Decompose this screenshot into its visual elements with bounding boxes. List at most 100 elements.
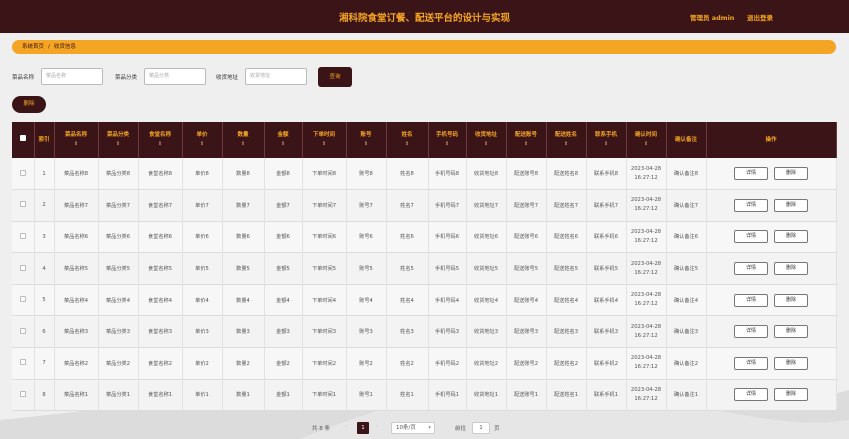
column-header[interactable]: 单价 ⇕ <box>182 122 223 158</box>
breadcrumb-home[interactable]: 系统首页 <box>22 44 44 50</box>
sort-icon[interactable]: ⇕ <box>467 140 506 149</box>
delete-button[interactable]: 删除 <box>774 198 808 212</box>
table-row: 1 菜品名称8 菜品分类8 食堂名称8 单价8 数量8 金额8 下单时间8 账号8 姓名8 手机号码… <box>12 158 837 191</box>
page-size-value: 10条/页 <box>396 425 416 431</box>
detail-button[interactable]: 详情 <box>734 388 768 402</box>
column-header[interactable]: 配送账号 ⇕ <box>506 122 547 158</box>
table-cell: 食堂名称5 <box>138 252 183 285</box>
delete-button[interactable]: 删除 <box>774 356 808 370</box>
column-header[interactable]: 联系手机 ⇕ <box>586 122 627 158</box>
delete-button[interactable]: 删除 <box>774 230 808 244</box>
column-header[interactable]: 确认时间 ⇕ <box>626 122 667 158</box>
table-cell: 联系手机1 <box>586 379 627 412</box>
column-header[interactable]: 数量 ⇕ <box>222 122 265 158</box>
table-cell: 姓名2 <box>386 347 429 380</box>
table-cell: 姓名3 <box>386 315 429 349</box>
column-header[interactable]: 下单时间 ⇕ <box>302 122 347 158</box>
row-checkbox[interactable] <box>19 201 26 208</box>
table-row: 8 菜品名称1 菜品分类1 食堂名称1 单价1 数量1 金额1 下单时间1 账号1 姓名1 手机号码… <box>12 379 837 412</box>
column-header[interactable]: 确认备注 <box>666 122 707 158</box>
delete-button[interactable]: 删除 <box>774 262 808 276</box>
detail-button[interactable]: 详情 <box>734 293 768 307</box>
dish-category-label: 菜品分类 <box>115 75 138 81</box>
column-header[interactable]: 收货地址 ⇕ <box>466 122 507 158</box>
table-cell: 单价4 <box>182 284 223 317</box>
row-checkbox[interactable] <box>19 232 26 239</box>
table-cell: 1 <box>34 158 55 191</box>
breadcrumb-separator: / <box>48 44 50 50</box>
dish-category-input[interactable]: 菜品分类 <box>144 68 206 85</box>
table-row: 5 菜品名称4 菜品分类4 食堂名称4 单价4 数量4 金额4 下单时间4 账号4 姓名4 手机号码… <box>12 284 837 317</box>
column-header[interactable]: 配送姓名 ⇕ <box>546 122 587 158</box>
sort-icon[interactable]: ⇕ <box>627 140 666 149</box>
column-header[interactable]: 操作 <box>706 122 837 158</box>
query-button[interactable]: 查询 <box>318 67 352 87</box>
detail-button[interactable]: 详情 <box>734 230 768 244</box>
sort-icon[interactable]: ⇕ <box>303 140 346 149</box>
table-cell: 下单时间8 <box>302 158 347 191</box>
column-header[interactable]: 账号 ⇕ <box>346 122 387 158</box>
goto-page-input[interactable]: 1 <box>472 422 490 434</box>
column-header[interactable]: 食堂名称 ⇕ <box>138 122 183 158</box>
address-input[interactable]: 收货地址 <box>245 68 307 85</box>
detail-button[interactable]: 详情 <box>734 356 768 370</box>
sort-icon[interactable]: ⇕ <box>139 140 182 149</box>
table-cell: 联系手机6 <box>586 221 627 254</box>
sort-icon[interactable]: ⇕ <box>99 140 138 149</box>
row-actions: 详情 删除 <box>706 347 837 380</box>
page-1-button[interactable]: 1 <box>357 422 369 434</box>
page-size-select[interactable]: 10条/页 ▾ <box>391 422 435 434</box>
sort-icon[interactable]: ⇕ <box>387 140 428 149</box>
column-header[interactable]: 手机号码 ⇕ <box>428 122 467 158</box>
batch-delete-button[interactable]: 删除 <box>12 96 46 113</box>
column-header[interactable]: 金额 ⇕ <box>264 122 303 158</box>
column-header-label: 姓名 <box>401 132 413 138</box>
prev-page-button[interactable]: ‹ <box>345 424 347 430</box>
detail-button[interactable]: 详情 <box>734 167 768 181</box>
row-checkbox[interactable] <box>19 296 26 303</box>
row-checkbox[interactable] <box>19 390 26 397</box>
sort-icon[interactable]: ⇕ <box>265 140 302 149</box>
sort-icon[interactable]: ⇕ <box>507 140 546 149</box>
sort-icon[interactable]: ⇕ <box>223 140 264 149</box>
table-cell: 确认备注3 <box>666 315 707 349</box>
table-cell: 下单时间6 <box>302 221 347 254</box>
sort-icon[interactable]: ⇕ <box>587 140 626 149</box>
table-row: 4 菜品名称5 菜品分类5 食堂名称5 单价5 数量5 金额5 下单时间5 账号5 姓名5 手机号码… <box>12 252 837 285</box>
column-header[interactable]: 索引 <box>34 122 55 158</box>
detail-button[interactable]: 详情 <box>734 262 768 276</box>
dish-name-input[interactable]: 菜品名称 <box>41 68 103 85</box>
sort-icon[interactable]: ⇕ <box>347 140 386 149</box>
table-cell: 配送账号5 <box>506 252 547 285</box>
table-cell: 数量2 <box>222 347 265 380</box>
column-header[interactable]: 姓名 ⇕ <box>386 122 429 158</box>
detail-button[interactable]: 详情 <box>734 325 768 339</box>
table-cell: 联系手机4 <box>586 284 627 317</box>
next-page-button[interactable]: › <box>376 424 378 430</box>
row-checkbox[interactable] <box>19 169 26 176</box>
column-header[interactable]: 菜品名称 ⇕ <box>54 122 99 158</box>
table-cell: 菜品分类6 <box>98 221 139 254</box>
sort-icon[interactable]: ⇕ <box>547 140 586 149</box>
table-cell: 8 <box>34 379 55 412</box>
table-cell: 食堂名称3 <box>138 315 183 349</box>
detail-button[interactable]: 详情 <box>734 198 768 212</box>
table-cell: 金额3 <box>264 315 303 349</box>
delete-button[interactable]: 删除 <box>774 167 808 181</box>
row-checkbox[interactable] <box>19 327 26 334</box>
row-checkbox[interactable] <box>19 359 26 366</box>
delete-button[interactable]: 删除 <box>774 388 808 402</box>
column-header-label: 配送账号 <box>514 132 537 138</box>
table-cell: 金额5 <box>264 252 303 285</box>
sort-icon[interactable]: ⇕ <box>429 140 466 149</box>
delete-button[interactable]: 删除 <box>774 293 808 307</box>
sort-icon[interactable]: ⇕ <box>55 140 98 149</box>
delete-button[interactable]: 删除 <box>774 325 808 339</box>
logout-link[interactable]: 退出登录 <box>747 12 773 22</box>
table-cell: 单价6 <box>182 221 223 254</box>
row-checkbox[interactable] <box>19 264 26 271</box>
column-header[interactable]: 菜品分类 ⇕ <box>98 122 139 158</box>
table-cell: 手机号码2 <box>428 347 467 380</box>
sort-icon[interactable]: ⇕ <box>183 140 222 149</box>
select-all-checkbox[interactable] <box>19 135 26 141</box>
